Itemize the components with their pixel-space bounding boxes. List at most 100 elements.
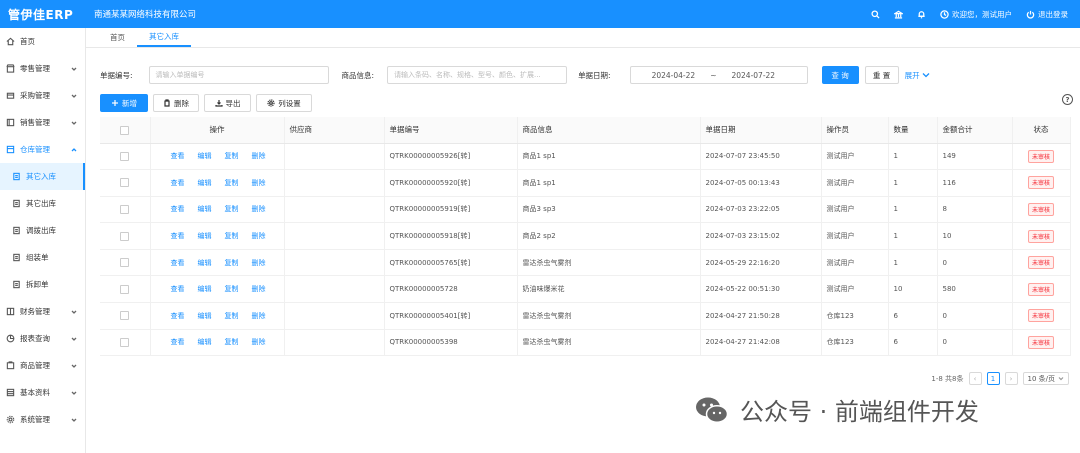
table-row[interactable]: 查看 编辑 复制 删除 QTRK00000005401[转] 雷达杀虫气雾剂 2024-04… — [100, 302, 1071, 330]
page-tabs: 首页 其它入库 — [86, 28, 1080, 48]
sidebar-item-reports[interactable]: 报表查询 — [0, 325, 85, 352]
table-row[interactable]: 查看 编辑 复制 删除 QTRK00000005920[转] 商品1 sp1 2024-07… — [100, 169, 1071, 197]
edit-link[interactable]: 编辑 — [198, 151, 212, 161]
edit-link[interactable]: 编辑 — [198, 231, 212, 241]
add-button[interactable]: 新增 — [100, 94, 148, 112]
date-range-picker[interactable]: 2024-04-22 ~ 2024-07-22 — [629, 66, 808, 84]
table-row[interactable]: 查看 编辑 复制 删除 QTRK00000005926[转] 商品1 sp1 2024-07… — [100, 143, 1071, 171]
copy-link[interactable]: 复制 — [225, 337, 239, 347]
date-start[interactable]: 2024-04-22 — [652, 71, 696, 80]
table-row[interactable]: 查看 编辑 复制 删除 QTRK00000005398 雷达杀虫气雾剂 2024-04-27… — [100, 329, 1071, 357]
query-button[interactable]: 查 询 — [821, 66, 859, 84]
edit-link[interactable]: 编辑 — [198, 337, 212, 347]
edit-link[interactable]: 编辑 — [198, 178, 212, 188]
delete-link[interactable]: 删除 — [252, 204, 266, 214]
page-button-current[interactable]: 1 — [986, 372, 1000, 385]
logout-button[interactable]: 退出登录 — [1026, 9, 1068, 20]
view-link[interactable]: 查看 — [171, 311, 185, 321]
tab-home[interactable]: 首页 — [98, 32, 137, 47]
view-link[interactable]: 查看 — [171, 284, 185, 294]
tab-other-inbound[interactable]: 其它入库 — [137, 31, 191, 47]
goods-cell: 奶油味爆米花 — [517, 275, 701, 304]
row-actions-cell: 查看 编辑 复制 删除 — [150, 329, 285, 357]
table-row[interactable]: 查看 编辑 复制 删除 QTRK00000005728 奶油味爆米花 2024-05-22 … — [100, 275, 1071, 304]
view-link[interactable]: 查看 — [171, 204, 185, 214]
sidebar-item-other-inbound[interactable]: 其它入库 — [0, 163, 85, 190]
row-checkbox[interactable] — [120, 231, 130, 241]
sidebar-item-warehouse[interactable]: 仓库管理 — [0, 136, 85, 163]
delete-link[interactable]: 删除 — [252, 284, 266, 294]
row-checkbox[interactable] — [120, 284, 130, 294]
wechat-logo-icon — [696, 397, 729, 423]
row-checkbox[interactable] — [120, 204, 130, 214]
edit-link[interactable]: 编辑 — [198, 258, 212, 268]
expand-toggle[interactable]: 展开 — [905, 70, 930, 81]
column-settings-button[interactable]: 列设置 — [256, 94, 312, 112]
delete-link[interactable]: 删除 — [252, 178, 266, 188]
copy-link[interactable]: 复制 — [225, 204, 239, 214]
table-row[interactable]: 查看 编辑 复制 删除 QTRK00000005765[转] 雷达杀虫气雾剂 2024-05… — [100, 249, 1071, 277]
row-checkbox[interactable] — [120, 151, 130, 161]
delete-link[interactable]: 删除 — [252, 258, 266, 268]
app-brand[interactable]: 管伊佳ERP — [0, 6, 86, 23]
table-row[interactable]: 查看 编辑 复制 删除 QTRK00000005919[转] 商品3 sp3 2024-07… — [100, 196, 1071, 224]
copy-link[interactable]: 复制 — [225, 231, 239, 241]
chevron-down-icon — [922, 73, 930, 78]
delete-link[interactable]: 删除 — [252, 151, 266, 161]
copy-link[interactable]: 复制 — [225, 311, 239, 321]
row-actions-cell: 查看 编辑 复制 删除 — [150, 169, 285, 197]
reset-button[interactable]: 重 置 — [864, 66, 899, 84]
date-end[interactable]: 2024-07-22 — [731, 71, 775, 80]
row-checkbox[interactable] — [120, 311, 130, 321]
delete-link[interactable]: 删除 — [252, 311, 266, 321]
edit-link[interactable]: 编辑 — [198, 311, 212, 321]
delete-link[interactable]: 删除 — [252, 231, 266, 241]
sidebar-item-finance[interactable]: 财务管理 — [0, 298, 85, 325]
copy-link[interactable]: 复制 — [225, 258, 239, 268]
sidebar-item-retail[interactable]: 零售管理 — [0, 55, 85, 82]
sidebar-item-basic-data[interactable]: 基本资料 — [0, 379, 85, 406]
view-link[interactable]: 查看 — [171, 151, 185, 161]
sidebar-item-system[interactable]: 系统管理 — [0, 406, 85, 433]
bank-icon[interactable] — [894, 10, 903, 19]
sidebar-item-sales[interactable]: 销售管理 — [0, 109, 85, 136]
sidebar-item-transfer-outbound[interactable]: 调拨出库 — [0, 217, 85, 244]
copy-link[interactable]: 复制 — [225, 284, 239, 294]
bill-no-input[interactable]: 请输入单据编号 — [148, 66, 329, 84]
status-badge: 未审核 — [1027, 176, 1054, 190]
view-link[interactable]: 查看 — [171, 258, 185, 268]
sidebar-item-assembly[interactable]: 组装单 — [0, 244, 85, 271]
sidebar-item-goods[interactable]: 商品管理 — [0, 352, 85, 379]
export-button[interactable]: 导出 — [204, 94, 251, 112]
help-icon[interactable]: ? — [1062, 94, 1073, 105]
row-checkbox[interactable] — [120, 178, 130, 188]
table-row[interactable]: 查看 编辑 复制 删除 QTRK00000005918[转] 商品2 sp2 2024-07… — [100, 222, 1071, 250]
page-size-select[interactable]: 10 条/页 — [1022, 372, 1069, 385]
row-checkbox[interactable] — [120, 337, 130, 347]
prev-page-button[interactable]: ‹ — [968, 372, 982, 385]
sidebar-item-purchase[interactable]: 采购管理 — [0, 82, 85, 109]
copy-link[interactable]: 复制 — [225, 151, 239, 161]
view-link[interactable]: 查看 — [171, 178, 185, 188]
table-header-row: 操作 供应商 单据编号 商品信息 单据日期 操作员 数量 金额合计 状态 — [100, 117, 1071, 144]
goods-info-input[interactable]: 请输入条码、名称、规格、型号、颜色、扩展... — [387, 66, 568, 84]
edit-link[interactable]: 编辑 — [198, 204, 212, 214]
col-header-qty: 数量 — [888, 117, 938, 144]
delete-button[interactable]: 删除 — [153, 94, 199, 112]
select-all-checkbox[interactable] — [120, 125, 130, 135]
supplier-cell — [284, 275, 385, 304]
copy-link[interactable]: 复制 — [225, 178, 239, 188]
col-header-status: 状态 — [1012, 117, 1071, 144]
search-icon[interactable] — [871, 9, 880, 19]
next-page-button[interactable]: › — [1004, 372, 1018, 385]
edit-link[interactable]: 编辑 — [198, 284, 212, 294]
sidebar-item-other-outbound[interactable]: 其它出库 — [0, 190, 85, 217]
bell-icon[interactable] — [917, 10, 926, 19]
view-link[interactable]: 查看 — [171, 231, 185, 241]
delete-link[interactable]: 删除 — [252, 337, 266, 347]
sidebar-item-home[interactable]: 首页 — [0, 28, 85, 55]
sidebar-item-disassembly[interactable]: 拆卸单 — [0, 271, 85, 298]
row-checkbox[interactable] — [120, 258, 130, 268]
view-link[interactable]: 查看 — [171, 337, 185, 347]
user-welcome[interactable]: 欢迎您，测试用户 — [940, 9, 1012, 20]
